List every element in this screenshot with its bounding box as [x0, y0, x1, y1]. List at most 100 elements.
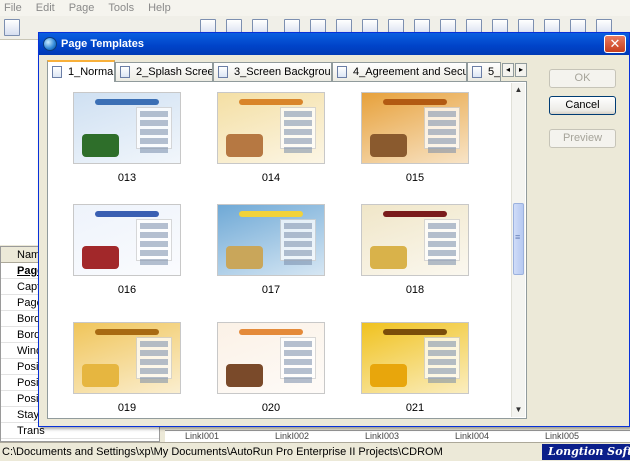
template-preview-image [73, 322, 181, 394]
template-thumbnail[interactable]: 013 [73, 92, 181, 184]
link-item[interactable]: LinkI003 [345, 431, 435, 442]
template-content-pane [423, 219, 460, 265]
menu-page[interactable]: Page [69, 2, 95, 14]
template-label: 021 [405, 402, 425, 414]
status-path: C:\Documents and Settings\xp\My Document… [2, 446, 443, 458]
template-content-pane [423, 337, 460, 383]
tab-label: 4_Agreement and Security [353, 66, 467, 78]
menu-file[interactable]: File [4, 2, 22, 14]
template-label: 020 [261, 402, 281, 414]
scroll-down-arrow[interactable]: ▼ [512, 403, 525, 417]
template-picture [82, 363, 119, 388]
template-picture [370, 245, 407, 270]
template-preview-image [217, 92, 325, 164]
template-label: 017 [261, 284, 281, 296]
template-label: 018 [405, 284, 425, 296]
template-header-bar [383, 211, 447, 217]
document-icon [218, 66, 228, 78]
menu-edit[interactable]: Edit [36, 2, 55, 14]
template-header-bar [383, 99, 447, 105]
link-item[interactable]: LinkI002 [255, 431, 345, 442]
template-preview-image [361, 92, 469, 164]
template-label: 016 [117, 284, 137, 296]
template-header-bar [239, 99, 303, 105]
preview-button[interactable]: Preview [549, 129, 616, 148]
vertical-scrollbar[interactable]: ▲ ▼ [511, 83, 525, 417]
document-icon [337, 66, 347, 78]
dialog-title: Page Templates [61, 38, 144, 50]
template-picture [226, 245, 263, 270]
template-picture [370, 133, 407, 158]
document-icon [472, 66, 482, 78]
template-thumbnail[interactable]: 017 [217, 204, 325, 296]
template-tabs: 1_Normal 2_Splash Screen 3_Screen Backgr… [47, 60, 527, 82]
template-header-bar [383, 329, 447, 335]
template-thumbnail[interactable]: 019 [73, 322, 181, 414]
template-preview-image [217, 322, 325, 394]
template-label: 013 [117, 172, 137, 184]
template-preview-image [361, 322, 469, 394]
template-preview-image [73, 92, 181, 164]
cancel-button[interactable]: Cancel [549, 96, 616, 115]
template-content-pane [279, 337, 316, 383]
tab-agreement-security[interactable]: 4_Agreement and Security [332, 62, 467, 81]
document-icon [52, 66, 62, 78]
template-content-pane [135, 107, 172, 153]
template-preview-image [217, 204, 325, 276]
template-thumbnail[interactable]: 021 [361, 322, 469, 414]
template-gallery: 013 014 015 016 017 018 019 020 021 [50, 84, 513, 416]
template-header-bar [239, 211, 303, 217]
close-button[interactable]: ✕ [604, 35, 626, 53]
template-label: 014 [261, 172, 281, 184]
link-item[interactable]: LinkI004 [435, 431, 525, 442]
template-content-pane [423, 107, 460, 153]
tab-label: 2_Splash Screen [136, 66, 213, 78]
template-header-bar [95, 99, 159, 105]
template-picture [226, 363, 263, 388]
scroll-up-arrow[interactable]: ▲ [512, 83, 525, 97]
tab-screen-background[interactable]: 3_Screen Background [213, 62, 332, 81]
tab-label: 5_ [488, 66, 501, 78]
template-picture [82, 245, 119, 270]
globe-icon [43, 37, 57, 51]
template-thumbnail[interactable]: 018 [361, 204, 469, 296]
template-content-pane [135, 219, 172, 265]
link-item[interactable]: LinkI005 [525, 431, 615, 442]
scroll-thumb[interactable] [513, 203, 524, 275]
brand-logo: Longtion Soft [542, 444, 630, 460]
tab-label: 3_Screen Background [234, 66, 332, 78]
template-thumbnail[interactable]: 015 [361, 92, 469, 184]
menu-bar: File Edit Page Tools Help [0, 0, 630, 16]
status-bar: C:\Documents and Settings\xp\My Document… [0, 442, 630, 461]
dialog-titlebar[interactable]: Page Templates ✕ [39, 33, 629, 55]
template-thumbnail[interactable]: 020 [217, 322, 325, 414]
tab-label: 1_Normal [68, 66, 115, 78]
tab-scroll-right[interactable]: ▸ [515, 63, 527, 77]
links-row: LinkI001 LinkI002 LinkI003 LinkI004 Link… [165, 430, 630, 442]
tab-normal[interactable]: 1_Normal [47, 60, 115, 82]
tab-scroll-left[interactable]: ◂ [502, 63, 514, 77]
page-templates-dialog: Page Templates ✕ 1_Normal 2_Splash Scree… [38, 32, 630, 427]
document-icon [120, 66, 130, 78]
template-preview-image [361, 204, 469, 276]
template-thumbnail[interactable]: 016 [73, 204, 181, 296]
tab-5[interactable]: 5_ [467, 62, 501, 81]
template-header-bar [95, 329, 159, 335]
template-thumbnail[interactable]: 014 [217, 92, 325, 184]
tab-splash-screen[interactable]: 2_Splash Screen [115, 62, 213, 81]
menu-tools[interactable]: Tools [108, 2, 134, 14]
template-picture [370, 363, 407, 388]
ok-button[interactable]: OK [549, 69, 616, 88]
template-content-pane [279, 219, 316, 265]
wand-icon[interactable] [4, 19, 20, 36]
template-picture [226, 133, 263, 158]
menu-help[interactable]: Help [148, 2, 171, 14]
template-header-bar [95, 211, 159, 217]
template-label: 019 [117, 402, 137, 414]
template-content-pane [135, 337, 172, 383]
template-preview-image [73, 204, 181, 276]
link-item[interactable]: LinkI001 [165, 431, 255, 442]
template-header-bar [239, 329, 303, 335]
template-picture [82, 133, 119, 158]
template-label: 015 [405, 172, 425, 184]
